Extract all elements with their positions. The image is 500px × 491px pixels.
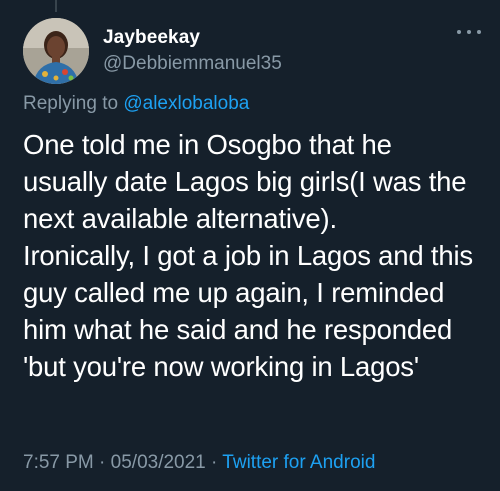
tweet-time[interactable]: 7:57 PM bbox=[23, 452, 94, 473]
replying-to-mention[interactable]: @alexlobaloba bbox=[123, 93, 249, 114]
more-dot bbox=[457, 30, 461, 34]
avatar-image bbox=[23, 18, 89, 84]
thread-connector-line bbox=[55, 0, 57, 12]
replying-to-label: Replying to bbox=[23, 93, 124, 114]
tweet-body: One told me in Osogbo that he usually da… bbox=[23, 129, 473, 382]
more-dot bbox=[467, 30, 471, 34]
more-horizontal-icon[interactable] bbox=[457, 22, 481, 42]
replying-to-line: Replying to @alexlobaloba bbox=[23, 93, 249, 115]
tweet-date[interactable]: 05/03/2021 bbox=[111, 452, 206, 473]
tweet-metadata: 7:57 PM · 05/03/2021 · Twitter for Andro… bbox=[23, 452, 375, 474]
meta-separator: · bbox=[99, 452, 106, 473]
tweet-header: Jaybeekay @Debbiemmanuel35 bbox=[23, 18, 483, 84]
meta-separator: · bbox=[211, 452, 218, 473]
user-handle[interactable]: @Debbiemmanuel35 bbox=[103, 53, 282, 75]
more-dot bbox=[477, 30, 481, 34]
tweet-source-link[interactable]: Twitter for Android bbox=[222, 452, 375, 473]
display-name[interactable]: Jaybeekay bbox=[103, 27, 200, 49]
avatar[interactable] bbox=[23, 18, 89, 84]
